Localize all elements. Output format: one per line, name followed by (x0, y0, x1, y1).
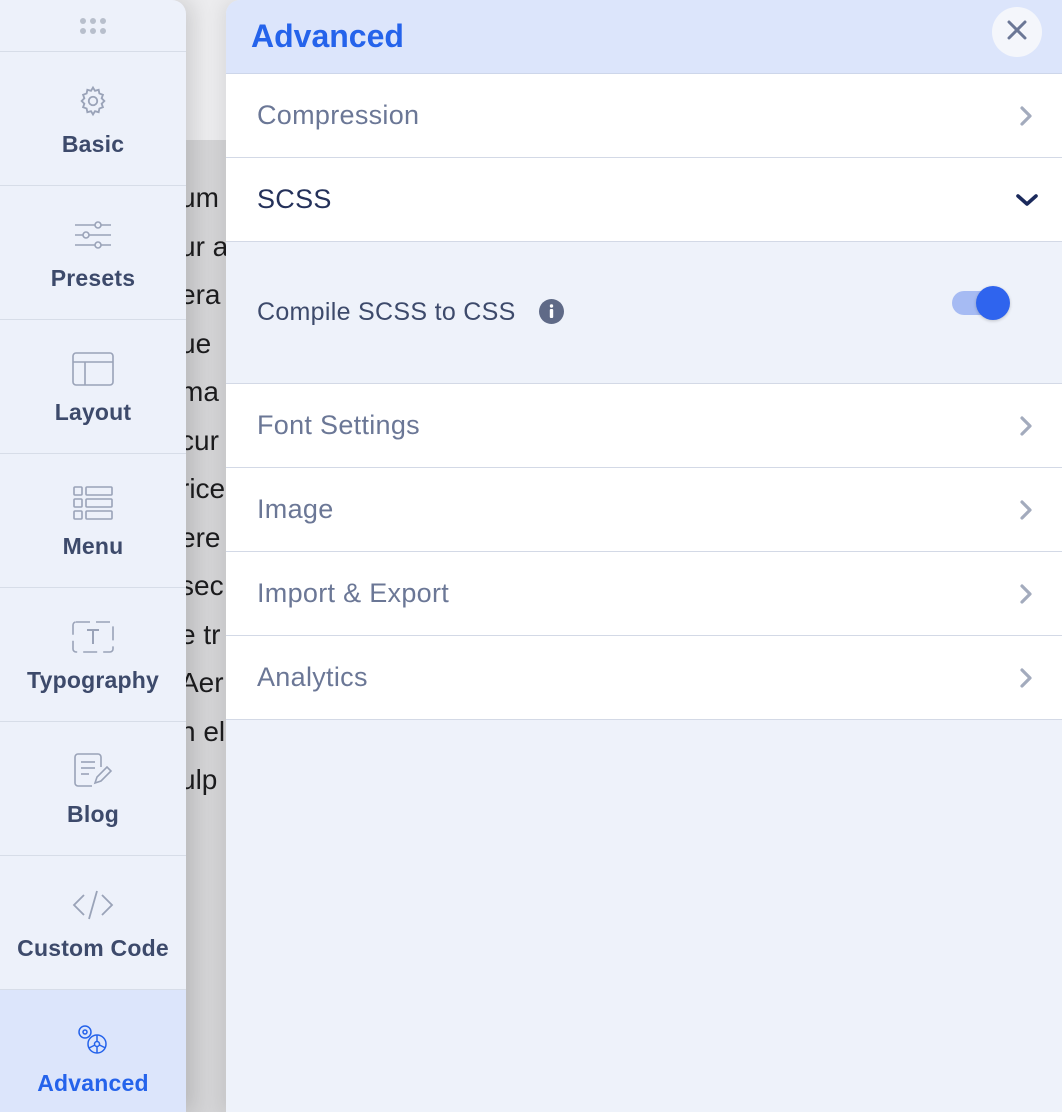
section-scss[interactable]: SCSS (226, 158, 1062, 242)
layout-icon (71, 347, 115, 391)
sidebar-item-label: Basic (61, 131, 125, 157)
sidebar-item-advanced[interactable]: Advanced (0, 990, 186, 1112)
section-label: Compression (257, 100, 420, 130)
drag-dots-icon (80, 17, 106, 34)
settings-sidebar: Basic Presets Layout Menu Typography Blo… (0, 0, 186, 1112)
scss-options: Compile SCSS to CSS (226, 242, 1062, 384)
sidebar-item-label: Menu (62, 533, 124, 559)
sidebar-item-layout[interactable]: Layout (0, 320, 186, 454)
compile-scss-toggle[interactable] (952, 286, 1010, 320)
chevron-right-icon (1016, 498, 1036, 522)
compile-scss-label: Compile SCSS to CSS (257, 298, 564, 327)
sidebar-item-label: Custom Code (17, 935, 169, 961)
chevron-down-icon (1014, 188, 1040, 212)
toggle-knob (976, 286, 1010, 320)
sidebar-item-presets[interactable]: Presets (0, 186, 186, 320)
section-analytics[interactable]: Analytics (226, 636, 1062, 720)
sidebar-item-label: Presets (50, 265, 136, 291)
close-icon (1006, 19, 1028, 46)
app-stage: um ur a era ue ma cur rice ere sec e tr … (0, 0, 1062, 1112)
section-label: Analytics (257, 662, 368, 692)
info-icon[interactable] (538, 298, 564, 324)
sidebar-item-label: Blog (67, 801, 119, 827)
section-compression[interactable]: Compression (226, 74, 1062, 158)
drag-handle[interactable] (0, 0, 186, 52)
sidebar-item-blog[interactable]: Blog (0, 722, 186, 856)
sidebar-item-custom-code[interactable]: Custom Code (0, 856, 186, 990)
section-import-export[interactable]: Import & Export (226, 552, 1062, 636)
advanced-settings-panel: Advanced Compression SCSS Compile SCSS t… (226, 0, 1062, 1112)
typography-icon (71, 615, 115, 659)
gear-icon (71, 79, 115, 123)
compile-scss-text: Compile SCSS to CSS (257, 298, 516, 326)
code-icon (71, 883, 115, 927)
section-label: Import & Export (257, 578, 450, 608)
sidebar-item-label: Layout (54, 399, 132, 425)
sidebar-item-menu[interactable]: Menu (0, 454, 186, 588)
sidebar-item-label: Typography (27, 667, 159, 693)
chevron-right-icon (1016, 666, 1036, 690)
section-label: SCSS (257, 184, 332, 214)
chevron-right-icon (1016, 414, 1036, 438)
sliders-icon (71, 213, 115, 257)
sidebar-item-typography[interactable]: Typography (0, 588, 186, 722)
chevron-right-icon (1016, 104, 1036, 128)
section-font-settings[interactable]: Font Settings (226, 384, 1062, 468)
section-label: Font Settings (257, 410, 420, 440)
sidebar-item-label: Advanced (37, 1069, 149, 1096)
advanced-gears-icon (71, 1018, 115, 1062)
panel-header: Advanced (226, 0, 1062, 74)
chevron-right-icon (1016, 582, 1036, 606)
blog-edit-icon (71, 749, 115, 793)
section-label: Image (257, 494, 334, 524)
section-image[interactable]: Image (226, 468, 1062, 552)
panel-title: Advanced (251, 18, 404, 54)
menu-list-icon (71, 481, 115, 525)
sidebar-item-basic[interactable]: Basic (0, 52, 186, 186)
close-button[interactable] (992, 7, 1042, 57)
